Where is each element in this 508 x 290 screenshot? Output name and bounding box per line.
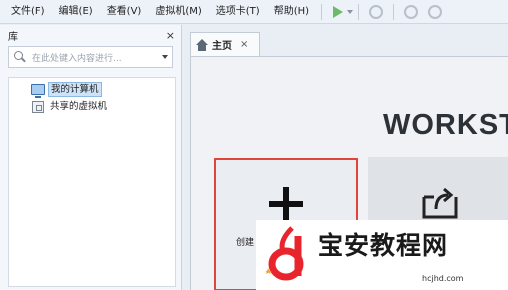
site-logo-icon [265,226,304,281]
manage-snapshots-icon[interactable] [428,4,443,19]
home-icon [196,38,208,51]
search-icon [13,50,27,64]
tree-item-shared-vms[interactable]: 共享的虚拟机 [9,98,175,115]
library-tree: 我的计算机 共享的虚拟机 [8,77,176,287]
product-brand: WORKST [383,109,508,141]
revert-icon[interactable] [404,4,419,19]
menu-bar: 文件(F) 编辑(E) 查看(V) 虚拟机(M) 选项卡(T) 帮助(H) [0,0,508,24]
library-search-input[interactable]: 在此处键入内容进行... [8,46,173,68]
menu-edit[interactable]: 编辑(E) [52,0,100,24]
computer-icon [31,84,45,98]
menu-vm[interactable]: 虚拟机(M) [148,0,208,24]
menu-view[interactable]: 查看(V) [100,0,149,24]
watermark: 宝安教程网 hcjhd.com [256,220,508,290]
tab-close-button[interactable]: × [240,39,248,50]
power-on-button[interactable] [327,2,354,22]
library-header: 库 × [0,25,181,45]
watermark-url: hcjhd.com [422,274,464,283]
chevron-down-icon[interactable] [162,55,168,59]
snapshot-icon[interactable] [369,4,384,19]
shared-vm-icon [32,100,44,113]
tab-home[interactable]: 主页 × [190,32,260,56]
library-close-button[interactable]: × [166,29,175,42]
toolbar-separator [393,3,395,20]
create-vm-label: 创建 [236,238,255,248]
library-panel: 库 × 在此处键入内容进行... 我的计算机 共享的虚拟机 [0,25,182,290]
library-title: 库 [8,31,18,43]
menu-tabs[interactable]: 选项卡(T) [209,0,267,24]
toolbar-separator [358,3,360,20]
watermark-title: 宝安教程网 [318,231,449,260]
search-placeholder: 在此处键入内容进行... [32,53,122,64]
plus-icon [269,187,303,221]
chevron-down-icon [347,9,354,14]
tree-item-my-computer[interactable]: 我的计算机 [9,81,175,98]
tab-label: 主页 [212,41,232,52]
toolbar-separator [321,3,323,20]
play-icon [333,5,344,18]
open-folder-icon [422,187,458,219]
menu-file[interactable]: 文件(F) [4,0,52,24]
tree-item-label: 共享的虚拟机 [50,101,108,112]
tree-item-label: 我的计算机 [48,82,102,97]
menu-help[interactable]: 帮助(H) [267,0,316,24]
